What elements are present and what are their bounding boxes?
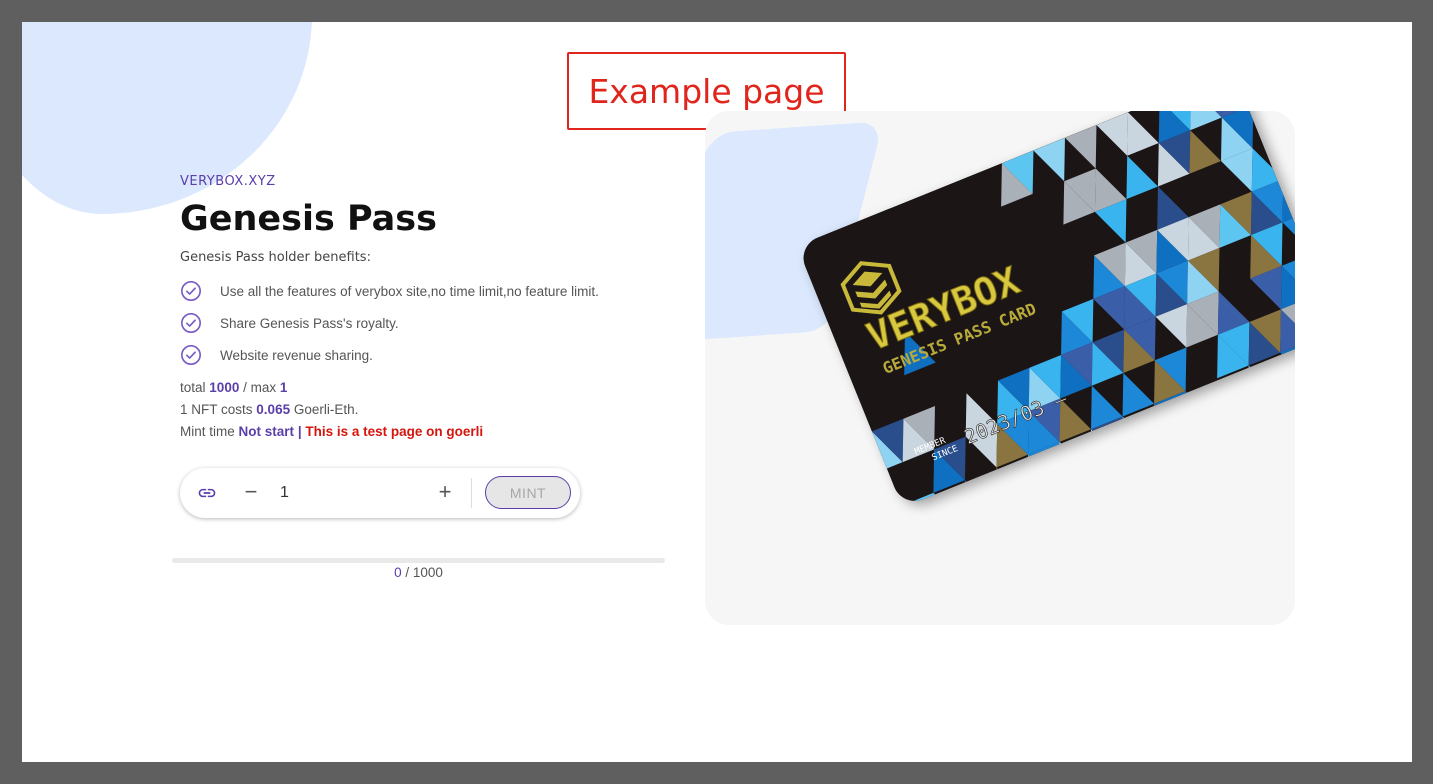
divider [471, 478, 472, 508]
mint-progress-bar [172, 558, 665, 563]
mint-stats: total 1000 / max 1 1 NFT costs 0.065 Goe… [180, 377, 680, 443]
card-triangle [1284, 111, 1295, 136]
mint-control-bar: − + MINT [180, 468, 580, 518]
benefits-list: Use all the features of verybox site,no … [180, 275, 680, 371]
benefit-item: Website revenue sharing. [180, 339, 680, 371]
benefit-text: Website revenue sharing. [220, 347, 373, 363]
benefit-text: Use all the features of verybox site,no … [220, 283, 599, 299]
benefit-item: Use all the features of verybox site,no … [180, 275, 680, 307]
cost-prefix: 1 NFT costs [180, 402, 253, 417]
quantity-input[interactable] [280, 482, 420, 504]
mint-button[interactable]: MINT [485, 476, 571, 509]
mint-progress-text: 0 / 1000 [172, 565, 665, 580]
cost-unit: Goerli-Eth. [293, 402, 359, 417]
increase-quantity-button[interactable]: + [434, 481, 456, 505]
mint-time-line: Mint time Not start | This is a test pag… [180, 421, 680, 443]
status-separator: | [297, 424, 302, 439]
annotation-text: Example page [588, 71, 825, 111]
max-value: 1 [279, 380, 288, 395]
genesis-pass-card-image: VERYBOX GENESIS PASS CARD MEMBER SINCE 2… [797, 111, 1295, 508]
benefit-text: Share Genesis Pass's royalty. [220, 315, 399, 331]
mint-status: Not start [238, 424, 295, 439]
card-artwork: VERYBOX GENESIS PASS CARD MEMBER SINCE 2… [797, 111, 1295, 508]
info-section: VERYBOX.XYZ Genesis Pass Genesis Pass ho… [180, 174, 680, 443]
cost-line: 1 NFT costs 0.065 Goerli-Eth. [180, 399, 680, 421]
check-circle-icon [181, 345, 201, 365]
mint-time-label: Mint time [180, 424, 235, 439]
minted-count: 0 [394, 565, 402, 580]
page-title: Genesis Pass [180, 199, 437, 239]
progress-separator: / [405, 565, 410, 580]
link-icon[interactable] [196, 483, 218, 503]
check-circle-icon [181, 313, 201, 333]
benefits-heading: Genesis Pass holder benefits: [180, 250, 371, 265]
page: Example page VERYBOX.XYZ Genesis Pass Ge… [22, 22, 1412, 762]
card-wrapper: VERYBOX GENESIS PASS CARD MEMBER SINCE 2… [797, 111, 1295, 508]
supply-line: total 1000 / max 1 [180, 377, 680, 399]
total-value: 1000 [209, 380, 240, 395]
progress-total: 1000 [412, 565, 443, 580]
check-circle-icon [181, 281, 201, 301]
benefit-item: Share Genesis Pass's royalty. [180, 307, 680, 339]
card-triangle [1284, 122, 1295, 167]
brand-label: VERYBOX.XYZ [180, 174, 276, 189]
decrease-quantity-button[interactable]: − [240, 481, 262, 505]
total-label: total [180, 380, 206, 395]
max-separator: / max [243, 380, 277, 395]
test-notice: This is a test page on goerli [305, 424, 484, 439]
cost-value: 0.065 [256, 402, 291, 417]
card-preview-panel: VERYBOX GENESIS PASS CARD MEMBER SINCE 2… [705, 111, 1295, 625]
